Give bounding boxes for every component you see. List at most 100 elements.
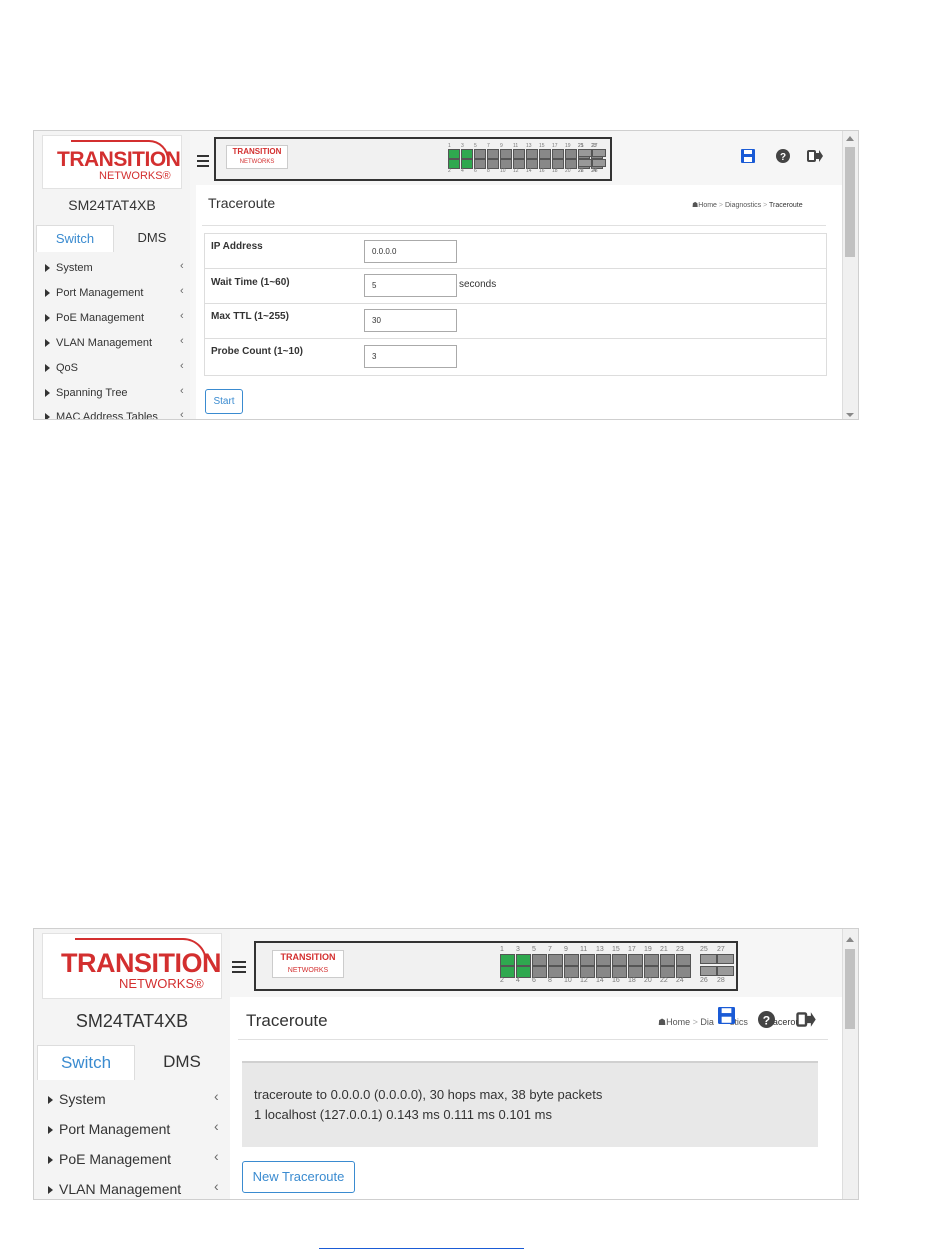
scrollbar[interactable] — [842, 131, 858, 419]
menu-item-spanning-tree[interactable]: Spanning Tree — [45, 387, 128, 399]
svg-text:?: ? — [763, 1013, 770, 1027]
port-icon[interactable] — [644, 954, 659, 966]
port-icon[interactable] — [612, 954, 627, 966]
hamburger-icon[interactable] — [232, 961, 246, 976]
wait-time-input[interactable] — [364, 274, 457, 297]
caret-right-icon — [45, 314, 50, 323]
port-number-label: 20 — [565, 168, 571, 174]
port-icon[interactable] — [516, 954, 531, 966]
sfp-port-icon[interactable] — [578, 159, 592, 167]
tab-switch[interactable]: Switch — [36, 225, 114, 252]
scrollbar-thumb[interactable] — [845, 949, 855, 1029]
tab-switch[interactable]: Switch — [37, 1045, 135, 1080]
sfp-port-icon[interactable] — [700, 966, 717, 976]
menu-item-port-management[interactable]: Port Management — [45, 287, 143, 299]
scrollbar[interactable] — [842, 929, 858, 1199]
form-row-wait: Wait Time (1~60) seconds — [205, 269, 826, 304]
sfp-number-label: 26 — [700, 977, 708, 984]
caret-right-icon — [48, 1156, 53, 1165]
port-number-label: 10 — [500, 168, 506, 174]
port-icon[interactable] — [500, 954, 515, 966]
tab-dms[interactable]: DMS — [134, 1045, 230, 1079]
menu-item-poe-management[interactable]: PoE Management — [45, 312, 144, 324]
port-number-label: 19 — [644, 946, 652, 953]
menu-item-mac-address-tables[interactable]: MAC Address Tables — [45, 411, 158, 419]
port-icon[interactable] — [526, 149, 538, 159]
wait-time-label: Wait Time (1~60) — [211, 277, 290, 288]
port-number-label: 9 — [564, 946, 568, 953]
port-icon[interactable] — [500, 149, 512, 159]
scroll-up-arrow-icon[interactable] — [846, 136, 854, 141]
form-row-probe: Probe Count (1~10) — [205, 339, 826, 374]
sfp-port-icon[interactable] — [717, 954, 734, 964]
sfp-number-label: 26 — [578, 168, 584, 174]
port-icon[interactable] — [448, 149, 460, 159]
help-icon[interactable]: ? — [758, 1011, 775, 1028]
menu-item-poe-management[interactable]: PoE Management — [48, 1151, 171, 1167]
port-icon[interactable] — [532, 954, 547, 966]
port-icon[interactable] — [461, 149, 473, 159]
port-number-label: 10 — [564, 977, 572, 984]
probe-count-input[interactable] — [364, 345, 457, 368]
port-icon[interactable] — [539, 149, 551, 159]
save-icon[interactable] — [718, 1007, 735, 1024]
tab-dms[interactable]: DMS — [114, 225, 190, 251]
port-number-label: 6 — [474, 168, 477, 174]
ip-address-input[interactable] — [364, 240, 457, 263]
port-number-label: 21 — [660, 946, 668, 953]
port-icon[interactable] — [548, 954, 563, 966]
port-icon[interactable] — [660, 954, 675, 966]
chevron-left-icon: ‹ — [180, 310, 184, 322]
port-icon[interactable] — [513, 149, 525, 159]
port-icon[interactable] — [596, 954, 611, 966]
wait-time-unit: seconds — [459, 279, 497, 290]
sfp-port-icon[interactable] — [700, 954, 717, 964]
hamburger-icon[interactable] — [197, 155, 209, 170]
port-icon[interactable] — [676, 954, 691, 966]
output-line: traceroute to 0.0.0.0 (0.0.0.0), 30 hops… — [254, 1087, 603, 1102]
max-ttl-input[interactable] — [364, 309, 457, 332]
port-number-label: 2 — [500, 977, 504, 984]
help-icon[interactable]: ? — [776, 149, 790, 163]
panel-logo: TRANSITION NETWORKS — [226, 145, 288, 169]
menu-item-system[interactable]: System — [45, 262, 93, 274]
scrollbar-thumb[interactable] — [845, 147, 855, 257]
port-icon[interactable] — [564, 954, 579, 966]
port-number-label: 18 — [628, 977, 636, 984]
sfp-port-icon[interactable] — [578, 149, 592, 157]
menu-item-vlan-management[interactable]: VLAN Management — [48, 1181, 181, 1197]
scroll-up-arrow-icon[interactable] — [846, 937, 854, 942]
menu-item-port-management[interactable]: Port Management — [48, 1121, 170, 1137]
port-icon[interactable] — [487, 149, 499, 159]
port-number-label: 1 — [500, 946, 504, 953]
port-icon[interactable] — [474, 149, 486, 159]
save-icon[interactable] — [741, 149, 755, 163]
port-number-label: 22 — [660, 977, 668, 984]
start-button[interactable]: Start — [205, 389, 243, 414]
menu-item-system[interactable]: System — [48, 1091, 106, 1107]
scroll-down-arrow-icon[interactable] — [846, 413, 854, 417]
footer-link-underline[interactable] — [319, 1248, 524, 1249]
traceroute-form: IP Address Wait Time (1~60) seconds Max … — [204, 233, 827, 376]
caret-right-icon — [48, 1186, 53, 1195]
port-icon[interactable] — [628, 954, 643, 966]
port-icon[interactable] — [552, 149, 564, 159]
port-icon[interactable] — [565, 149, 577, 159]
logout-icon[interactable] — [796, 1011, 816, 1028]
sfp-port-icon[interactable] — [592, 149, 606, 157]
breadcrumb: ☗Home > Diagnostics > Traceroute — [692, 202, 803, 209]
port-number-label: 8 — [487, 168, 490, 174]
new-traceroute-button[interactable]: New Traceroute — [242, 1161, 355, 1193]
home-icon[interactable]: ☗ — [658, 1017, 666, 1027]
menu-item-vlan-management[interactable]: VLAN Management — [45, 337, 152, 349]
chevron-left-icon: ‹ — [180, 285, 184, 297]
caret-right-icon — [45, 339, 50, 348]
logout-icon[interactable] — [807, 149, 823, 163]
sfp-port-icon[interactable] — [592, 159, 606, 167]
port-number-label: 4 — [516, 977, 520, 984]
sfp-port-icon[interactable] — [717, 966, 734, 976]
menu-item-qos[interactable]: QoS — [45, 362, 78, 374]
port-number-label: 3 — [516, 946, 520, 953]
port-icon[interactable] — [580, 954, 595, 966]
port-number-label: 24 — [676, 977, 684, 984]
